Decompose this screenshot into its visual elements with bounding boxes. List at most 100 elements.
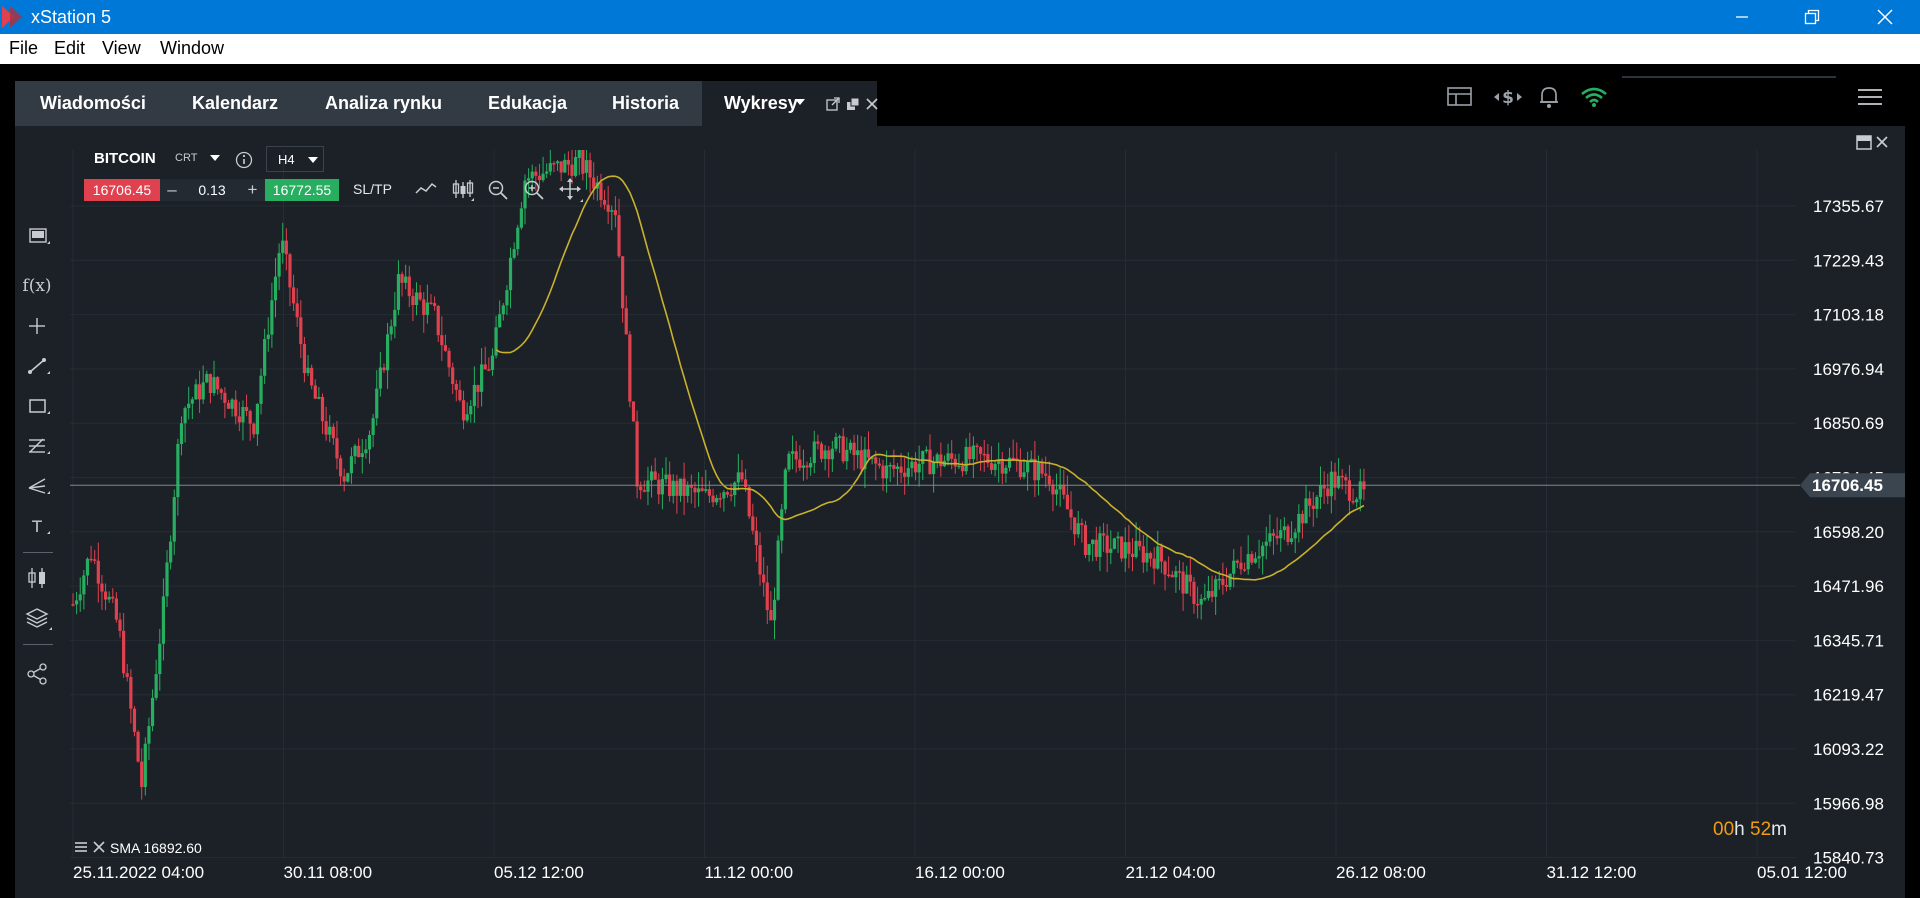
candle-body bbox=[367, 434, 372, 450]
candle-body bbox=[1004, 467, 1008, 474]
candle-body bbox=[584, 160, 589, 173]
candle-body bbox=[476, 384, 480, 392]
timeframe-select[interactable]: H4 bbox=[266, 146, 324, 172]
countdown-hours: 00 bbox=[1713, 819, 1735, 840]
candle-body bbox=[794, 451, 798, 460]
xstation-logo-icon bbox=[2, 6, 22, 28]
y-tick-label: 16976.94 bbox=[1813, 360, 1884, 379]
candle-body bbox=[950, 453, 954, 459]
candle-body bbox=[1062, 484, 1066, 495]
candle-body bbox=[649, 471, 654, 481]
info-icon[interactable] bbox=[235, 151, 253, 169]
candle-body bbox=[1289, 538, 1294, 542]
candle-body bbox=[440, 335, 444, 346]
candle-body bbox=[111, 596, 115, 599]
indicator-settings-icon[interactable] bbox=[74, 841, 88, 853]
candle-body bbox=[353, 445, 357, 457]
candle-body bbox=[743, 479, 748, 488]
candle-body bbox=[324, 421, 328, 435]
volume-increase-button[interactable]: + bbox=[240, 179, 265, 201]
candle-body bbox=[331, 426, 335, 439]
bell-icon[interactable] bbox=[1538, 85, 1560, 109]
tab-wykresy[interactable]: Wykresy bbox=[702, 81, 878, 126]
rectangle-icon[interactable] bbox=[15, 396, 60, 416]
candle-body bbox=[1080, 523, 1084, 526]
tab-analiza-rynku[interactable]: Analiza rynku bbox=[325, 81, 442, 126]
candle-body bbox=[888, 465, 892, 467]
candle-body bbox=[715, 498, 719, 503]
menu-window[interactable]: Window bbox=[160, 38, 224, 59]
candle-body bbox=[968, 446, 972, 460]
close-window-button[interactable] bbox=[1855, 0, 1915, 34]
text-tool-icon[interactable]: T bbox=[15, 516, 60, 536]
trendline-icon[interactable] bbox=[15, 356, 60, 376]
minimize-button[interactable] bbox=[1712, 0, 1772, 34]
candle-body bbox=[1344, 477, 1348, 481]
tab-wiadomosci[interactable]: Wiadomości bbox=[40, 81, 146, 126]
candle-body bbox=[1069, 509, 1073, 518]
menu-view[interactable]: View bbox=[102, 38, 141, 59]
candle-body bbox=[483, 364, 487, 370]
restore-button[interactable] bbox=[1782, 0, 1842, 34]
candles-settings-icon[interactable] bbox=[15, 566, 60, 590]
close-tab-icon[interactable] bbox=[866, 98, 878, 110]
zoom-out-icon[interactable] bbox=[487, 179, 509, 201]
ask-price-button[interactable]: 16772.55 bbox=[265, 179, 339, 201]
candle-body bbox=[447, 350, 451, 368]
candle-body bbox=[1308, 498, 1312, 506]
candle-body bbox=[903, 472, 907, 477]
candle-body bbox=[1000, 460, 1004, 474]
volume-input[interactable]: 0.13 bbox=[184, 179, 240, 201]
symbol-dropdown-icon[interactable] bbox=[209, 154, 221, 162]
tab-edukacja[interactable]: Edukacja bbox=[488, 81, 567, 126]
menu-file[interactable]: File bbox=[9, 38, 38, 59]
candle-body bbox=[176, 444, 180, 498]
candle-body bbox=[244, 407, 249, 412]
sltp-button[interactable]: SL/TP bbox=[353, 181, 392, 197]
candle-body bbox=[310, 367, 314, 386]
crosshair-icon[interactable] bbox=[15, 316, 60, 336]
menu-edit[interactable]: Edit bbox=[54, 38, 85, 59]
hamburger-menu-icon[interactable] bbox=[1857, 88, 1883, 106]
candle-body bbox=[1098, 533, 1102, 557]
tab-historia[interactable]: Historia bbox=[612, 81, 679, 126]
fibonacci-icon[interactable] bbox=[15, 436, 60, 456]
candle-body bbox=[407, 276, 411, 297]
candle-body bbox=[946, 453, 950, 461]
candle-body bbox=[411, 296, 415, 306]
candle-body bbox=[179, 423, 184, 445]
candle-body bbox=[1275, 535, 1279, 539]
move-icon[interactable] bbox=[558, 177, 584, 203]
candle-body bbox=[1311, 505, 1315, 509]
candle-body bbox=[1235, 560, 1239, 563]
bid-price-button[interactable]: 16706.45 bbox=[84, 179, 160, 201]
candle-body bbox=[118, 619, 122, 631]
layers-icon[interactable] bbox=[15, 606, 60, 632]
candle-body bbox=[801, 465, 806, 468]
candle-body bbox=[910, 461, 914, 469]
candle-body bbox=[125, 673, 129, 677]
windows-icon[interactable] bbox=[846, 97, 860, 111]
volume-decrease-button[interactable]: – bbox=[160, 179, 184, 201]
candle-body bbox=[1347, 480, 1352, 501]
chart-type-icon[interactable] bbox=[15, 226, 60, 246]
candle-body bbox=[1340, 475, 1344, 478]
candle-body bbox=[841, 436, 845, 462]
candle-body bbox=[675, 480, 679, 496]
function-icon[interactable]: f(x) bbox=[15, 274, 60, 298]
candle-body bbox=[563, 159, 567, 173]
minimize-icon bbox=[1736, 16, 1748, 18]
candle-body bbox=[960, 465, 965, 472]
dollar-transfer-icon[interactable]: $ bbox=[1493, 86, 1523, 108]
line-chart-icon[interactable] bbox=[414, 179, 438, 199]
candle-body bbox=[451, 367, 455, 384]
share-icon[interactable] bbox=[15, 662, 60, 686]
tab-kalendarz[interactable]: Kalendarz bbox=[192, 81, 278, 126]
indicator-remove-icon[interactable] bbox=[93, 841, 105, 853]
layout-icon[interactable] bbox=[1447, 86, 1473, 108]
instrument-symbol[interactable]: BITCOIN bbox=[94, 150, 156, 167]
candlestick-icon[interactable] bbox=[450, 178, 476, 202]
pitchfork-icon[interactable] bbox=[15, 476, 60, 496]
popout-icon[interactable] bbox=[826, 97, 840, 111]
zoom-in-icon[interactable] bbox=[523, 179, 545, 201]
